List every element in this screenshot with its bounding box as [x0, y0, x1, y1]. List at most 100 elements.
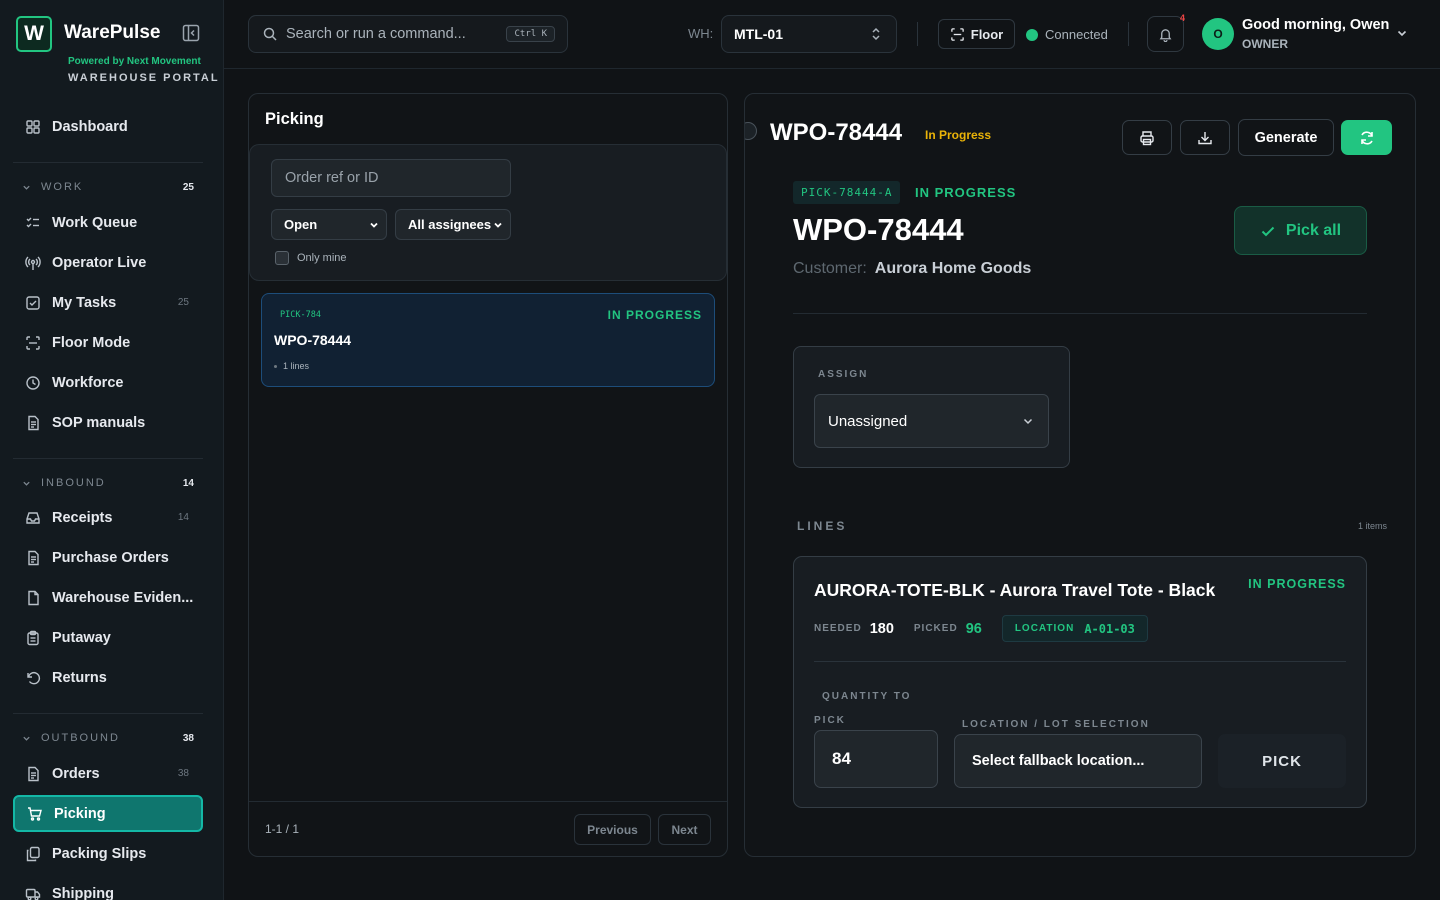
lines-label: LINES	[797, 519, 848, 533]
nav-purchase-orders[interactable]: Purchase Orders	[13, 539, 203, 576]
pick-all-button[interactable]: Pick all	[1234, 206, 1367, 255]
divider	[793, 313, 1367, 314]
cart-icon	[27, 806, 43, 822]
download-button[interactable]	[1180, 120, 1230, 155]
nav-sop-manuals[interactable]: SOP manuals	[13, 404, 203, 441]
section-inbound[interactable]: INBOUND 14	[22, 475, 198, 491]
nav-label: SOP manuals	[52, 414, 146, 431]
only-mine-checkbox[interactable]: Only mine	[275, 251, 347, 265]
divider	[13, 713, 203, 714]
section-work[interactable]: WORK 25	[22, 179, 198, 195]
chevron-down-icon	[22, 479, 31, 488]
order-search-placeholder: Order ref or ID	[285, 170, 379, 186]
fallback-location-value: Select fallback location...	[972, 753, 1145, 769]
nav-count: 38	[177, 768, 189, 779]
file-icon	[25, 590, 41, 606]
search-placeholder: Search or run a command...	[286, 26, 466, 42]
nav-picking[interactable]: Picking	[13, 795, 203, 832]
line-count: 1 lines	[274, 361, 309, 371]
previous-button[interactable]: Previous	[574, 814, 651, 845]
brand: W WarePulse Powered by Next Movement WAR…	[16, 16, 223, 86]
pick-card[interactable]: PICK-784 IN PROGRESS WPO-78444 1 lines	[261, 293, 715, 387]
collapse-sidebar-icon[interactable]	[182, 24, 200, 42]
nav-label: Workforce	[52, 374, 124, 391]
floor-button[interactable]: Floor	[938, 19, 1015, 49]
location-label: LOCATION	[1014, 623, 1075, 634]
line-meta: NEEDED 180 PICKED 96 LOCATION A-01-03	[814, 615, 1148, 642]
next-button[interactable]: Next	[658, 814, 711, 845]
truck-icon	[25, 886, 41, 900]
nav-my-tasks[interactable]: My Tasks 25	[13, 284, 203, 321]
pick-line-card: AURORA-TOTE-BLK - Aurora Travel Tote - B…	[793, 556, 1367, 808]
nav-putaway[interactable]: Putaway	[13, 619, 203, 656]
section-outbound[interactable]: OUTBOUND 38	[22, 730, 198, 746]
clock-icon	[25, 375, 41, 391]
copy-icon	[25, 846, 41, 862]
nav-returns[interactable]: Returns	[13, 659, 203, 696]
picked-label: PICKED	[913, 623, 958, 634]
status-dot	[1026, 28, 1038, 41]
checkbox[interactable]	[275, 251, 289, 265]
command-search[interactable]: Search or run a command... Ctrl K	[248, 15, 568, 53]
divider	[1128, 22, 1129, 46]
order-search-input[interactable]: Order ref or ID	[271, 159, 511, 197]
fallback-location-select[interactable]: Select fallback location...	[954, 734, 1202, 788]
customer-name: Aurora Home Goods	[874, 260, 1032, 277]
notification-count: 4	[1179, 13, 1185, 23]
refresh-button[interactable]	[1341, 120, 1392, 155]
refresh-icon	[1359, 130, 1375, 146]
nav-label: Shipping	[52, 885, 115, 900]
warehouse-value: MTL-01	[734, 26, 783, 42]
status-filter-value: Open	[284, 217, 318, 232]
nav-operator-live[interactable]: Operator Live	[13, 244, 203, 281]
nav-orders[interactable]: Orders 38	[13, 755, 203, 792]
warehouse-label: WH:	[688, 26, 714, 41]
search-icon	[263, 27, 277, 41]
print-button[interactable]	[1122, 120, 1172, 155]
lines-count: 1 items	[1357, 521, 1387, 531]
brand-logo[interactable]: W	[16, 16, 52, 52]
broadcast-icon	[25, 255, 41, 271]
scan-icon	[950, 27, 971, 42]
pick-button[interactable]: PICK	[1218, 734, 1346, 788]
nav-packing-slips[interactable]: Packing Slips	[13, 835, 203, 872]
nav-dashboard[interactable]: Dashboard	[13, 108, 203, 145]
panel-toggle-icon[interactable]	[745, 122, 757, 140]
user-greeting[interactable]: Good morning, Owen	[1242, 17, 1389, 33]
notifications-button[interactable]: 4	[1147, 13, 1185, 52]
quantity-input[interactable]: 84	[814, 730, 938, 788]
assignee-filter-value: All assignees	[408, 217, 492, 232]
nav-shipping[interactable]: Shipping	[13, 875, 203, 900]
assignee-select[interactable]: Unassigned	[814, 394, 1049, 448]
list-icon	[25, 215, 41, 231]
nav-label: My Tasks	[52, 294, 117, 311]
pick-detail-panel: WPO-78444 In Progress Generate PICK-7844…	[744, 93, 1416, 857]
assignee-value: Unassigned	[828, 412, 908, 430]
nav-workforce[interactable]: Workforce	[13, 364, 203, 401]
nav-receipts[interactable]: Receipts 14	[13, 499, 203, 536]
assign-label: ASSIGN	[818, 369, 869, 380]
pick-ref: PICK-784	[280, 310, 321, 320]
warehouse-select[interactable]: MTL-01	[721, 15, 897, 53]
nav-floor-mode[interactable]: Floor Mode	[13, 324, 203, 361]
nav-label: Operator Live	[52, 254, 147, 271]
section-label: OUTBOUND	[41, 732, 120, 744]
needed-value: 180	[869, 620, 894, 637]
divider	[814, 661, 1346, 662]
nav-work-queue[interactable]: Work Queue	[13, 204, 203, 241]
chevron-down-icon[interactable]	[1396, 27, 1408, 39]
assignee-filter-select[interactable]: All assignees	[395, 209, 511, 240]
section-count: 14	[182, 477, 194, 489]
checkbox-icon	[25, 295, 41, 311]
generate-button[interactable]: Generate	[1238, 119, 1334, 156]
avatar[interactable]: O	[1202, 18, 1234, 50]
pick-status: IN PROGRESS	[915, 185, 1017, 200]
status-filter-select[interactable]: Open	[271, 209, 387, 240]
nav-label: Putaway	[52, 629, 111, 646]
bell-icon	[1158, 27, 1173, 42]
chevron-down-icon	[22, 734, 31, 743]
panel-title: Picking	[265, 110, 324, 128]
pagination-range: 1-1 / 1	[265, 822, 300, 836]
nav-warehouse-evidence[interactable]: Warehouse Eviden...	[13, 579, 203, 616]
divider	[13, 162, 203, 163]
